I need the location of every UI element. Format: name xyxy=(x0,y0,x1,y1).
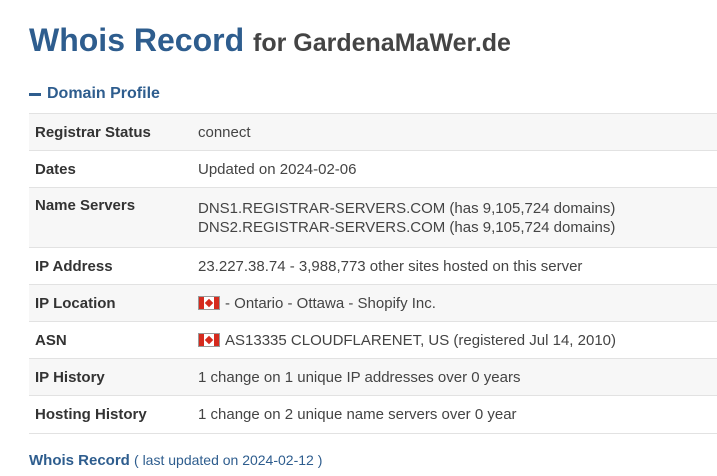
row-value: - Ontario - Ottawa - Shopify Inc. xyxy=(198,285,717,321)
row-asn: ASN AS13335 CLOUDFLARENET, US (registere… xyxy=(29,322,717,359)
name-server-2: DNS2.REGISTRAR-SERVERS.COM (has 9,105,72… xyxy=(198,218,616,236)
row-dates: Dates Updated on 2024-02-06 xyxy=(29,151,717,188)
page-title: Whois Record for GardenaMaWer.de xyxy=(29,20,511,63)
canada-flag-icon xyxy=(198,333,220,347)
row-ip-address: IP Address 23.227.38.74 - 3,988,773 othe… xyxy=(29,248,717,285)
page-title-domain: for GardenaMaWer.de xyxy=(253,29,511,57)
ip-address-value: 23.227.38.74 - 3,988,773 other sites hos… xyxy=(198,257,583,275)
row-registrar-status: Registrar Status connect xyxy=(29,114,717,151)
row-label: IP Address xyxy=(35,257,113,275)
domain-profile-toggle[interactable]: Domain Profile xyxy=(29,84,160,104)
row-name-servers: Name Servers DNS1.REGISTRAR-SERVERS.COM … xyxy=(29,188,717,248)
row-label: Name Servers xyxy=(35,197,136,214)
collapse-minus-icon xyxy=(29,92,41,96)
domain-profile-table: Registrar Status connect Dates Updated o… xyxy=(29,113,717,434)
last-updated-text: ( last updated on 2024-02-12 ) xyxy=(134,452,323,468)
row-value: DNS1.REGISTRAR-SERVERS.COM (has 9,105,72… xyxy=(198,188,717,247)
row-label: IP History xyxy=(35,368,105,386)
row-value: AS13335 CLOUDFLARENET, US (registered Ju… xyxy=(198,322,717,358)
domain-profile-label: Domain Profile xyxy=(47,85,160,102)
row-ip-location: IP Location - Ontario - Ottawa - Shopify… xyxy=(29,285,717,322)
ip-history-value: 1 change on 1 unique IP addresses over 0… xyxy=(198,368,521,386)
row-ip-history: IP History 1 change on 1 unique IP addre… xyxy=(29,359,717,396)
canada-flag-icon xyxy=(198,296,220,310)
row-label: Hosting History xyxy=(35,406,147,423)
hosting-history-value: 1 change on 2 unique name servers over 0… xyxy=(198,406,517,423)
row-value: 1 change on 2 unique name servers over 0… xyxy=(198,396,717,433)
asn-value: AS13335 CLOUDFLARENET, US (registered Ju… xyxy=(225,331,617,349)
whois-record-link[interactable]: Whois Record xyxy=(29,452,130,469)
registrar-status-value: connect xyxy=(198,123,251,141)
row-value: 23.227.38.74 - 3,988,773 other sites hos… xyxy=(198,248,717,284)
row-label: Registrar Status xyxy=(35,123,151,141)
asn-line: AS13335 CLOUDFLARENET, US (registered Ju… xyxy=(198,332,717,349)
row-value: 1 change on 1 unique IP addresses over 0… xyxy=(198,359,717,395)
ip-location-line: - Ontario - Ottawa - Shopify Inc. xyxy=(198,295,717,312)
row-value: Updated on 2024-02-06 xyxy=(198,151,717,187)
page-title-main: Whois Record xyxy=(29,22,245,58)
ip-location-value: - Ontario - Ottawa - Shopify Inc. xyxy=(225,294,436,312)
name-server-1: DNS1.REGISTRAR-SERVERS.COM (has 9,105,72… xyxy=(198,199,616,217)
dates-value: Updated on 2024-02-06 xyxy=(198,160,357,178)
row-label: Dates xyxy=(35,160,76,178)
row-label: ASN xyxy=(35,331,67,349)
row-value: connect xyxy=(198,114,717,150)
row-hosting-history: Hosting History 1 change on 2 unique nam… xyxy=(29,396,717,434)
row-label: IP Location xyxy=(35,294,116,312)
whois-record-footer: Whois Record ( last updated on 2024-02-1… xyxy=(29,450,322,471)
